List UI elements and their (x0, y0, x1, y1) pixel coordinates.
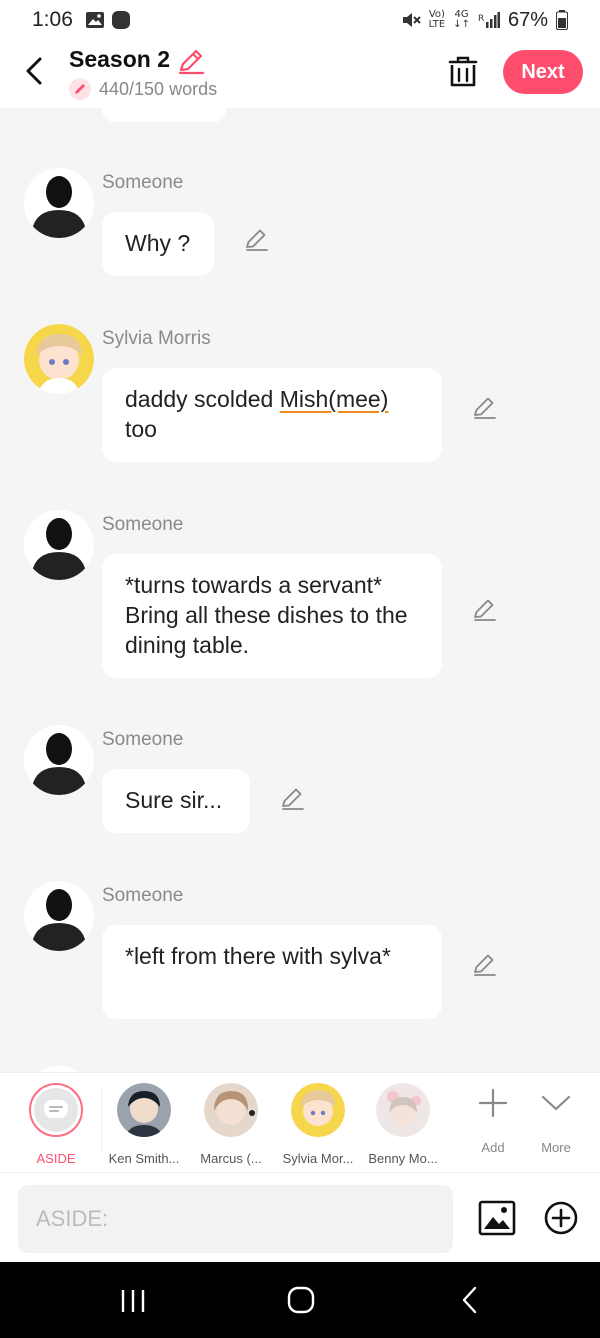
character-marcus[interactable]: Marcus (... (186, 1083, 276, 1166)
sender-name: Sylvia Morris (102, 328, 211, 349)
message-bubble[interactable]: Sure sir... (102, 769, 250, 833)
add-circle-icon[interactable] (543, 1200, 579, 1236)
edit-message-icon[interactable] (472, 596, 498, 622)
word-count: 440/150 words (69, 78, 217, 100)
editor-header: Season 2 440/150 words Next (0, 40, 600, 108)
image-icon[interactable] (478, 1199, 516, 1237)
character-aside[interactable]: ASIDE (11, 1083, 101, 1166)
message-bubble[interactable]: daddy scolded Mish(mee) too (102, 368, 442, 462)
recent-apps-icon[interactable] (118, 1288, 148, 1314)
chevron-down-icon (541, 1095, 571, 1111)
sender-name: Someone (102, 514, 184, 535)
edit-message-icon[interactable] (244, 226, 270, 252)
edit-message-icon[interactable] (280, 785, 306, 811)
signal-icon: R (478, 12, 500, 28)
back-nav-icon[interactable] (458, 1286, 482, 1314)
avatar (376, 1083, 430, 1137)
chat-area[interactable]: Someone Why ? Sylvia Morris daddy scolde… (0, 108, 600, 1072)
sender-name: Someone (102, 885, 184, 906)
status-bar: 1:06 Vo) LTE 4G ↓↑ R 67% (0, 0, 600, 40)
character-name: Marcus (... (200, 1151, 262, 1166)
add-label: Add (481, 1140, 505, 1155)
avatar (291, 1083, 345, 1137)
plus-icon (478, 1088, 508, 1118)
message-bubble[interactable]: Why ? (102, 212, 214, 276)
avatar (204, 1083, 258, 1137)
add-character-button[interactable]: Add (463, 1087, 523, 1155)
edit-message-icon[interactable] (472, 951, 498, 977)
more-characters-button[interactable]: More (526, 1087, 586, 1155)
gallery-notification-icon (85, 12, 104, 28)
battery-icon (556, 10, 568, 30)
mute-icon (402, 13, 421, 27)
spellcheck-word[interactable]: (mee) (328, 386, 388, 412)
message-bubble[interactable]: *left from there with sylva* (102, 925, 442, 1019)
home-icon[interactable] (287, 1286, 315, 1314)
character-benny[interactable]: Benny Mo... (358, 1083, 448, 1166)
message-bubble-partial (102, 108, 226, 122)
network-4g-indicator: 4G ↓↑ (453, 9, 470, 30)
character-sylvia[interactable]: Sylvia Mor... (273, 1083, 363, 1166)
avatar-someone[interactable] (24, 168, 94, 238)
pencil-icon (69, 78, 91, 100)
message-bubble[interactable]: *turns towards a servant* Bring all thes… (102, 554, 442, 678)
next-button[interactable]: Next (503, 50, 583, 94)
back-arrow-icon[interactable] (18, 54, 52, 88)
character-name: Sylvia Mor... (282, 1151, 354, 1166)
app-notification-icon (111, 11, 130, 29)
sender-name: Someone (102, 729, 184, 750)
character-name: Benny Mo... (368, 1151, 438, 1166)
edit-title-icon[interactable] (176, 46, 206, 76)
page-title: Season 2 (69, 46, 170, 72)
avatar-someone[interactable] (24, 510, 94, 580)
status-time: 1:06 (32, 8, 73, 31)
composer (0, 1172, 600, 1262)
system-nav-bar (0, 1262, 600, 1338)
avatar (117, 1083, 171, 1137)
character-selector: ASIDE Ken Smith... Marcus (... Sylvia Mo… (0, 1072, 600, 1172)
aside-input[interactable] (18, 1185, 453, 1253)
more-label: More (541, 1140, 571, 1155)
trash-icon[interactable] (446, 54, 480, 90)
character-name: Ken Smith... (108, 1151, 180, 1166)
avatar-someone[interactable] (24, 881, 94, 951)
battery-percent: 67% (507, 8, 548, 31)
svg-text:R: R (478, 14, 484, 24)
sender-name: Someone (102, 172, 184, 193)
character-name: ASIDE (36, 1151, 76, 1166)
spellcheck-word[interactable]: Mish (280, 386, 329, 412)
narration-icon (44, 1100, 68, 1118)
volte-indicator: Vo) LTE (428, 9, 446, 30)
edit-message-icon[interactable] (472, 394, 498, 420)
avatar-someone[interactable] (24, 725, 94, 795)
character-ken[interactable]: Ken Smith... (99, 1083, 189, 1166)
word-count-label: 440/150 words (99, 78, 218, 99)
avatar-sylvia[interactable] (24, 324, 94, 394)
